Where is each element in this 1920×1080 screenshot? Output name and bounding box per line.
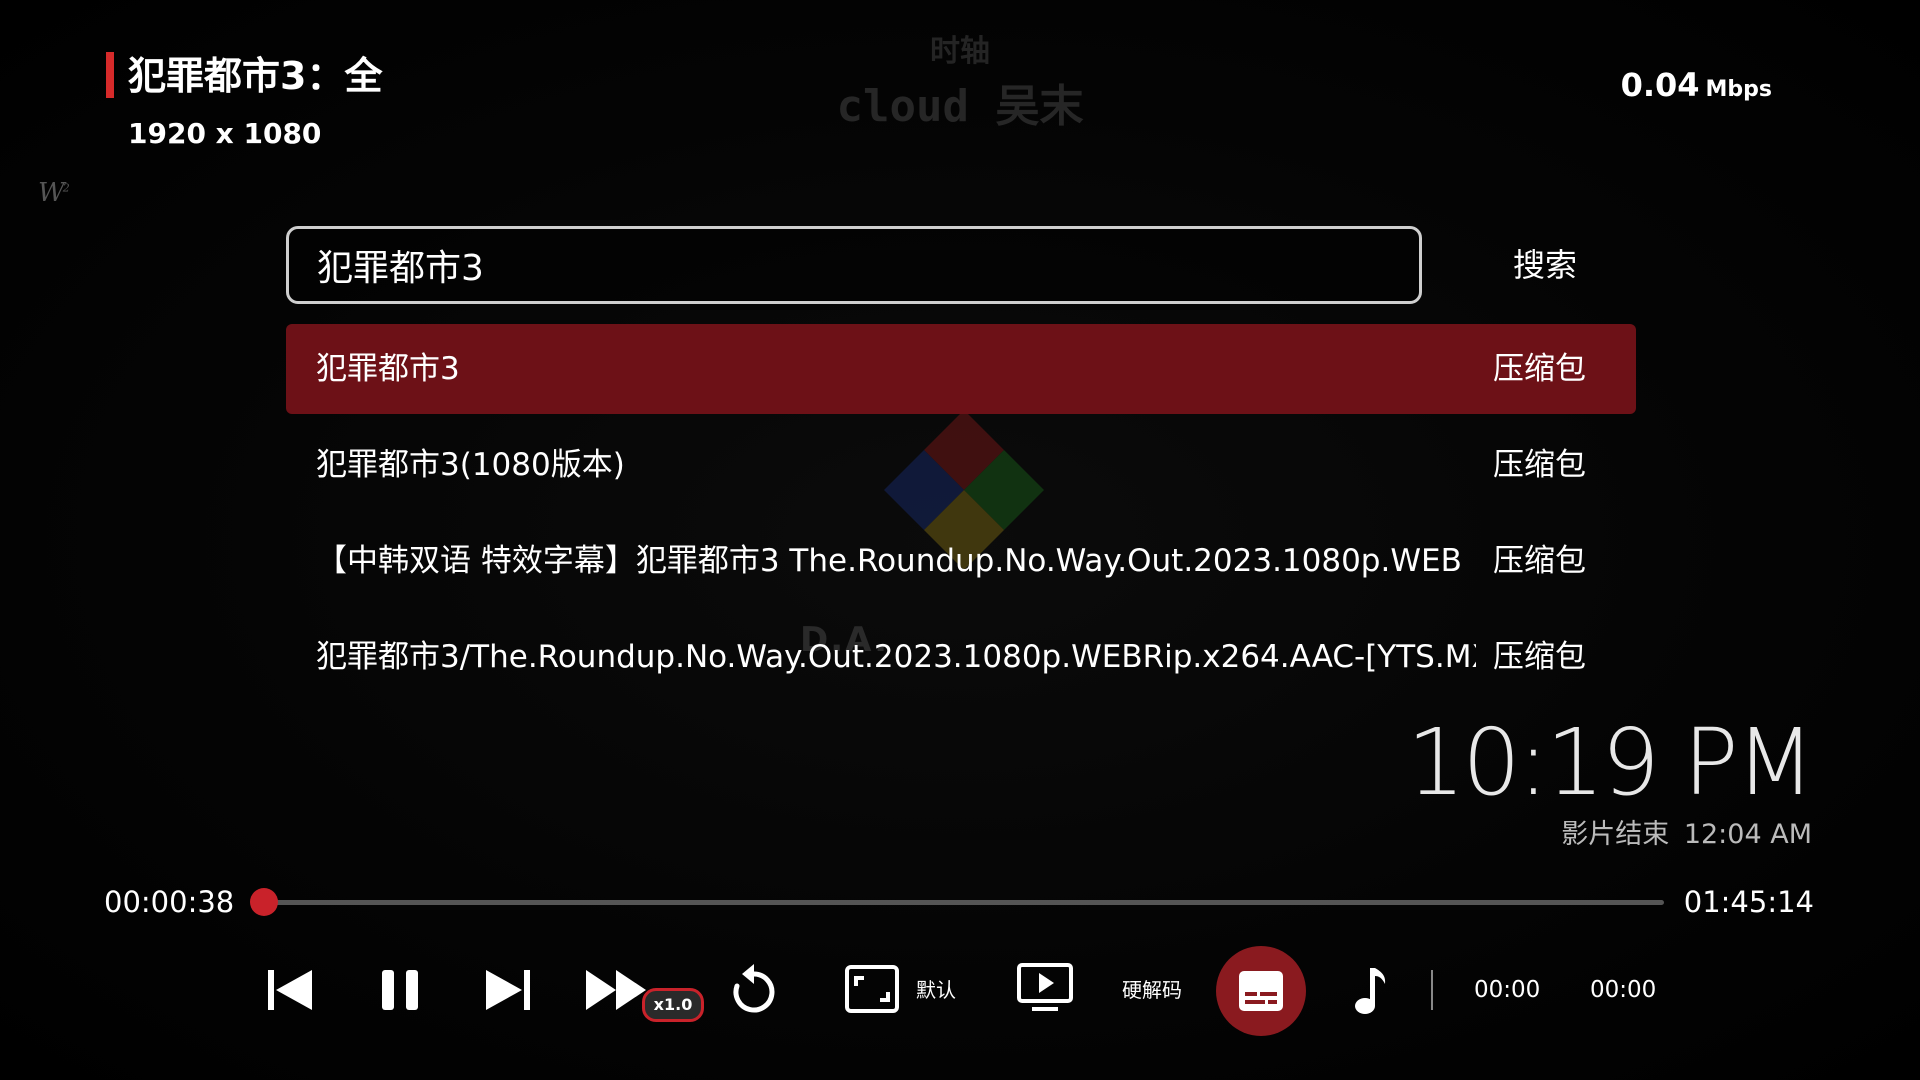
result-row[interactable]: 【中韩双语 特效字幕】犯罪都市3 The.Roundup.No.Way.Out.… (286, 516, 1636, 606)
subtitle-icon (1239, 971, 1283, 1011)
result-row[interactable]: 犯罪都市3 压缩包 (286, 324, 1636, 414)
sub-time-b: 00:00 (1590, 977, 1657, 1003)
replay-button[interactable] (728, 962, 780, 1018)
end-time-value: 12:04 AM (1683, 819, 1812, 850)
decoder-label[interactable]: 硬解码 (1122, 976, 1182, 1004)
current-time: 10:19 PM (1406, 709, 1815, 816)
search-button[interactable]: 搜索 (1472, 232, 1618, 298)
result-row[interactable]: 犯罪都市3(1080版本) 压缩包 (286, 420, 1636, 510)
skip-next-icon (486, 970, 530, 1010)
end-time-label: 影片结束 (1561, 819, 1670, 850)
aspect-ratio-icon (845, 965, 899, 1013)
playback-mode-icon (1017, 963, 1073, 1011)
search-input[interactable] (286, 226, 1422, 304)
result-type: 压缩包 (1493, 447, 1586, 483)
skip-previous-button[interactable] (264, 964, 316, 1016)
player-screen: 犯罪都市3：全 1920 x 1080 W2 时轴 cloud 吴末 0.04 M… (0, 0, 1920, 1080)
result-name: 犯罪都市3(1080版本) (316, 447, 625, 483)
result-name: 【中韩双语 特效字幕】犯罪都市3 The.Roundup.No.Way.Out.… (316, 543, 1462, 579)
playback-mode-button[interactable] (1016, 962, 1074, 1016)
skip-previous-icon (268, 970, 312, 1010)
result-row[interactable]: 犯罪都市3/The.Roundup.No.Way.Out.2023.1080p.… (286, 612, 1636, 702)
app-logo-icon: W2 (38, 178, 70, 208)
audio-track-button[interactable] (1352, 964, 1388, 1018)
total-time: 01:45:14 (1683, 885, 1814, 919)
music-note-icon (1355, 968, 1386, 1014)
sub-time-a: 00:00 (1474, 977, 1541, 1003)
skip-next-button[interactable] (482, 964, 534, 1016)
bitrate-indicator: 0.04 Mbps (1621, 66, 1772, 104)
aspect-ratio-label[interactable]: 默认 (916, 976, 956, 1004)
bitrate-value: 0.04 (1620, 66, 1700, 104)
replay-icon (733, 964, 775, 1013)
watermark-line1: 时轴 (930, 34, 990, 69)
result-type: 压缩包 (1493, 639, 1586, 675)
playback-speed-badge[interactable]: x1.0 (642, 988, 704, 1022)
subtitle-button[interactable] (1216, 946, 1306, 1036)
end-time-line: 影片结束 12:04 AM (1561, 812, 1812, 851)
pause-button[interactable] (374, 964, 426, 1016)
result-list: 犯罪都市3 压缩包 犯罪都市3(1080版本) 压缩包 【中韩双语 特效字幕】犯罪都市3… (286, 324, 1636, 708)
result-name: 犯罪都市3/The.Roundup.No.Way.Out.2023.1080p.… (316, 639, 1476, 675)
result-type: 压缩包 (1493, 543, 1586, 579)
control-divider (1431, 970, 1433, 1010)
pause-icon (382, 970, 418, 1010)
seek-bar-thumb[interactable] (250, 888, 279, 916)
elapsed-time: 00:00:38 (104, 885, 235, 919)
aspect-ratio-button[interactable] (844, 964, 900, 1014)
bitrate-unit: Mbps (1705, 77, 1772, 102)
seek-bar[interactable] (250, 888, 1664, 916)
result-name: 犯罪都市3 (316, 351, 460, 387)
result-type: 压缩包 (1493, 351, 1586, 387)
